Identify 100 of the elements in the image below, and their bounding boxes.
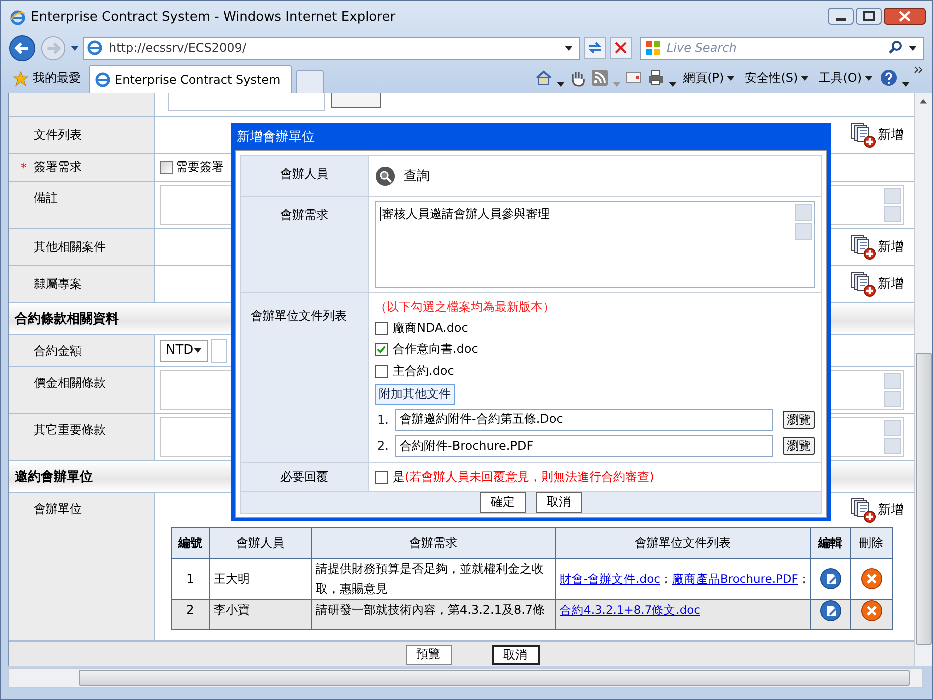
list-number: 2. [376, 439, 389, 454]
caret-icon[interactable] [565, 46, 573, 50]
caret-icon [865, 76, 873, 81]
more-chevron-icon[interactable] [914, 66, 924, 74]
close-icon[interactable] [884, 8, 926, 25]
favorites-button[interactable]: 我的最愛 [9, 70, 85, 87]
add-button[interactable]: 新增 [851, 497, 904, 523]
caret-icon [727, 76, 736, 81]
caret-icon [801, 76, 810, 81]
edit-icon[interactable] [820, 568, 842, 590]
delete-icon[interactable] [860, 600, 882, 622]
browser-tab[interactable]: Enterprise Contract System [89, 65, 292, 93]
vertical-scrollbar[interactable] [914, 93, 932, 666]
search-icon [375, 166, 396, 186]
caret-icon[interactable] [668, 82, 677, 87]
field-label: 合約金額 [34, 343, 82, 360]
file-checkbox[interactable]: 主合約.doc [375, 362, 815, 381]
field-label: 簽署需求 [34, 159, 82, 176]
minimize-icon[interactable] [828, 8, 854, 25]
field-label: 會辦人員 [280, 166, 328, 183]
caret-icon [194, 348, 202, 353]
add-button[interactable]: 新增 [851, 271, 904, 297]
column-header: 編號 [172, 528, 210, 558]
star-icon [13, 70, 29, 86]
file-checkbox[interactable]: 合作意向書.doc [375, 340, 815, 360]
column-header: 編輯 [810, 528, 850, 558]
documents-add-icon [851, 234, 877, 260]
dialog-button[interactable]: 確定 [480, 492, 526, 513]
check-icon [376, 344, 387, 356]
caret-icon[interactable] [71, 46, 79, 50]
window-title: Enterprise Contract System - Windows Internet Explorer [31, 10, 396, 25]
required-asterisk: * [21, 160, 28, 174]
column-header: 會辦單位文件列表 [556, 528, 810, 558]
command-menu[interactable]: 安全性(S) [742, 70, 812, 87]
footer-button[interactable]: 取消 [492, 644, 540, 664]
field-label: 其它重要條款 [34, 422, 106, 439]
field-label: 備註 [34, 190, 58, 207]
delete-icon[interactable] [860, 568, 882, 590]
print-icon[interactable] [646, 69, 665, 87]
list-number: 1. [376, 412, 389, 427]
field-label: 必要回覆 [280, 469, 328, 486]
browser-logo-icon [10, 10, 26, 26]
rss-feed-icon[interactable] [590, 69, 609, 87]
text-area[interactable]: 審核人員邀請會辦人員參與審理 [375, 201, 815, 288]
page-icon [95, 72, 111, 88]
scroll-up-icon[interactable] [920, 99, 927, 104]
section-heading: 邀約會辦單位 [15, 468, 93, 486]
table-cell: 2 [172, 600, 210, 630]
browse-button[interactable]: 瀏覽 [783, 410, 815, 429]
browse-button[interactable]: 瀏覽 [783, 437, 815, 456]
currency-select[interactable]: NTD [160, 340, 208, 362]
section-heading: 合約條款相關資料 [15, 310, 119, 328]
horizontal-scrollbar[interactable] [8, 668, 923, 688]
amount-field[interactable] [211, 338, 227, 362]
column-header: 刪除 [850, 528, 892, 558]
command-menu[interactable]: 工具(O) [816, 70, 876, 87]
documents-add-icon [851, 497, 877, 523]
file-link[interactable]: 財會-會辦文件.doc [560, 572, 660, 586]
file-path-field[interactable]: 會辦邀約附件-合約第五條.Doc [395, 408, 773, 431]
input-field[interactable] [168, 93, 325, 111]
caret-icon[interactable] [909, 46, 917, 50]
query-button[interactable]: 查詢 [375, 166, 430, 186]
file-checkbox[interactable]: 廠商NDA.doc [375, 319, 815, 338]
dialog-button[interactable]: 取消 [536, 492, 582, 513]
small-button[interactable] [331, 93, 381, 108]
squares-logo-icon [645, 40, 661, 56]
maximize-icon[interactable] [856, 8, 882, 25]
caret-icon[interactable] [556, 82, 565, 87]
add-button[interactable]: 新增 [851, 122, 904, 148]
help-icon[interactable] [880, 69, 898, 87]
checkbox-option[interactable]: 需要簽署 [160, 159, 224, 176]
stop-icon[interactable] [610, 37, 632, 59]
field-label: 會辦需求 [280, 207, 328, 224]
search-box[interactable]: Live Search [640, 36, 924, 60]
refresh-icon[interactable] [584, 37, 606, 59]
field-label: 其他相關案件 [34, 238, 106, 256]
dialog-title: 新增會辦單位 [236, 128, 316, 146]
field-label: 會辦單位文件列表 [251, 308, 347, 325]
footer-button[interactable]: 預覽 [406, 644, 452, 664]
field-label: 隸屬專案 [34, 276, 82, 292]
note-text: （以下勾選之檔案均為最新版本） [375, 299, 556, 316]
warning-text: (若會辦人員未回覆意見，則無法進行合約審查) [405, 468, 654, 486]
reply-checkbox[interactable]: 是 [375, 468, 405, 486]
documents-add-icon [851, 122, 877, 148]
field-label: 會辦單位 [34, 501, 82, 518]
attach-button[interactable]: 附加其他文件 [375, 384, 455, 405]
command-menu[interactable]: 網頁(P) [680, 70, 738, 87]
add-button[interactable]: 新增 [851, 234, 904, 260]
field-label: 價金相關條款 [34, 375, 106, 392]
search-icon[interactable] [889, 41, 903, 55]
file-link[interactable]: 廠商產品Brochure.PDF [672, 572, 798, 586]
home-icon[interactable] [534, 69, 553, 87]
edit-icon[interactable] [820, 600, 842, 622]
separator-text: ； [660, 572, 672, 586]
table-cell: 李小寶 [210, 600, 312, 630]
separator-text: ； [798, 572, 810, 586]
caret-icon[interactable] [902, 82, 910, 87]
file-path-field[interactable]: 合約附件-Brochure.PDF [395, 435, 773, 458]
page-icon [87, 40, 103, 56]
back-icon[interactable] [9, 34, 36, 62]
